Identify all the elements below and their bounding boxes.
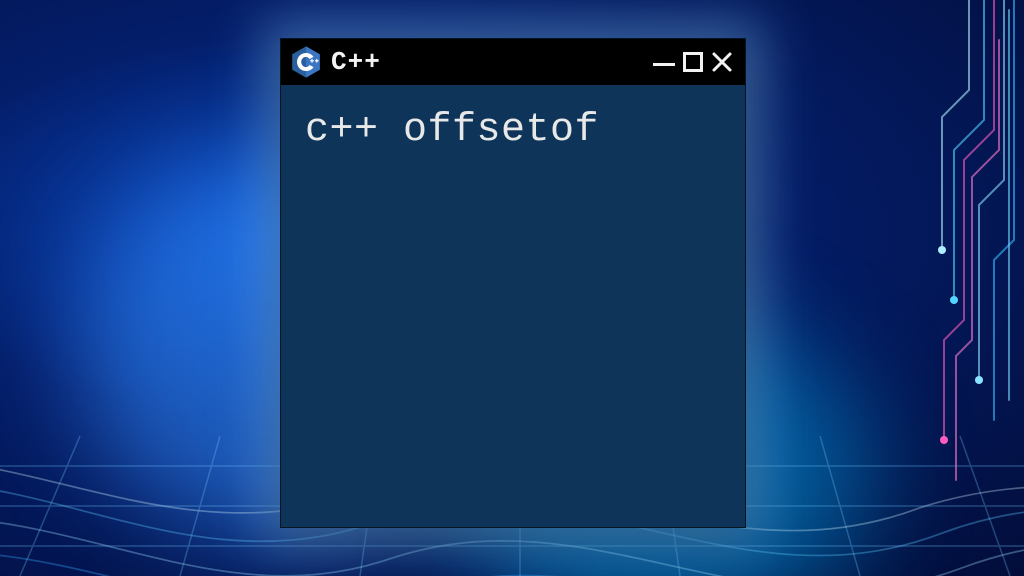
terminal-content[interactable]: c++ offsetof <box>281 85 745 527</box>
window-controls <box>653 51 733 73</box>
window-title: C++ <box>331 47 643 77</box>
cpp-logo-icon <box>291 45 321 79</box>
circuit-lines <box>744 0 1024 576</box>
terminal-window: C++ c++ offsetof <box>280 38 746 528</box>
maximize-button[interactable] <box>683 52 703 72</box>
minimize-button[interactable] <box>653 63 675 66</box>
titlebar[interactable]: C++ <box>281 39 745 85</box>
content-text: c++ offsetof <box>305 108 599 153</box>
close-button[interactable] <box>711 51 733 73</box>
